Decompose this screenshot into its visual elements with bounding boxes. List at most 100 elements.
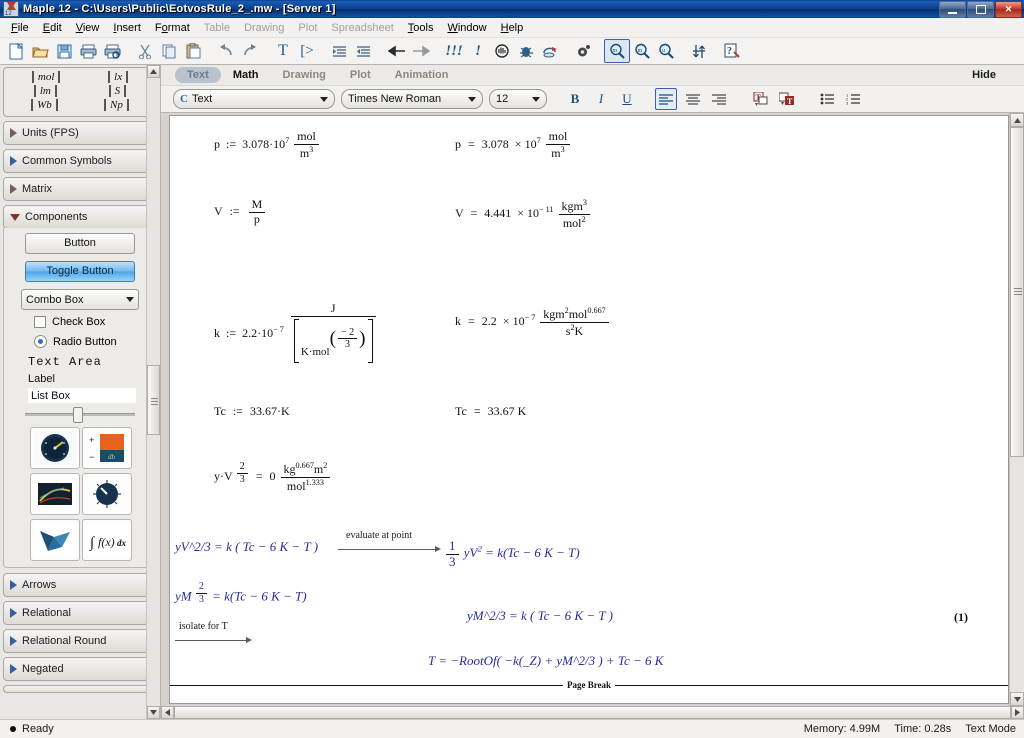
undo-icon[interactable] <box>214 40 238 62</box>
document-vertical-scrollbar[interactable] <box>1009 113 1024 706</box>
menu-insert[interactable]: Insert <box>106 20 148 36</box>
derivation-line-1-left[interactable]: yV^2/3 = k ( Tc − 6 K − T ) <box>175 539 318 555</box>
component-toggle-button[interactable]: Toggle Button <box>25 261 135 282</box>
numbered-list-icon[interactable]: 123 <box>843 89 863 109</box>
plot-2d-icon[interactable] <box>30 473 80 515</box>
forward-arrow-icon[interactable] <box>409 40 433 62</box>
palette-scroll-thumb[interactable] <box>147 365 160 435</box>
symbol-mol[interactable]: mol <box>31 71 61 83</box>
math-expression-icon[interactable]: ∫ f(x) dx <box>82 519 132 561</box>
bullet-list-icon[interactable] <box>817 89 837 109</box>
palette-section-arrows[interactable]: Arrows <box>3 573 157 597</box>
align-left-icon[interactable] <box>655 88 677 110</box>
close-button[interactable]: ✕ <box>995 1 1022 18</box>
plot-3d-icon[interactable] <box>30 519 80 561</box>
settings-gear-icon[interactable] <box>571 40 595 62</box>
tab-math[interactable]: Math <box>221 67 271 83</box>
zoom-out-icon[interactable]: u <box>654 40 678 62</box>
scroll-down-arrow-icon[interactable] <box>1010 692 1024 706</box>
menu-view[interactable]: View <box>69 20 107 36</box>
menu-file[interactable]: File <box>4 20 36 36</box>
equation-yV-expression[interactable]: y·V 2 3 = 0 kg0.667m2 mol1.333 <box>214 461 332 494</box>
document-hscroll-thumb[interactable] <box>174 706 1011 719</box>
menu-edit[interactable]: Edit <box>36 20 69 36</box>
palette-section-common-symbols[interactable]: Common Symbols <box>3 149 157 173</box>
minimize-button[interactable] <box>939 1 966 18</box>
scroll-down-arrow-icon[interactable] <box>147 706 160 719</box>
zoom-in-icon[interactable]: m <box>630 40 654 62</box>
style-dropdown[interactable]: C Text <box>173 89 335 109</box>
debug-icon[interactable] <box>514 40 538 62</box>
component-check-box[interactable]: Check Box <box>34 316 150 328</box>
component-button[interactable]: Button <box>25 233 135 254</box>
palette-scrollbar[interactable] <box>146 65 160 719</box>
symbol-wb[interactable]: Wb <box>31 99 58 111</box>
toggle-input-output-icon[interactable] <box>687 40 711 62</box>
indent-decrease-icon[interactable] <box>352 40 376 62</box>
execute-selection-icon[interactable]: ! <box>466 40 490 62</box>
symbol-lm[interactable]: lm <box>33 85 57 97</box>
highlight-color-icon[interactable]: T <box>777 89 797 109</box>
component-list-box[interactable]: List Box <box>28 388 136 403</box>
scroll-right-arrow-icon[interactable] <box>1011 706 1024 719</box>
document-scroll-thumb[interactable] <box>1010 127 1024 457</box>
component-label[interactable]: Label <box>28 373 150 385</box>
text-mode-icon[interactable]: T <box>271 40 295 62</box>
restart-server-icon[interactable] <box>538 40 562 62</box>
component-text-area[interactable]: Text Area <box>28 355 150 369</box>
component-radio-button[interactable]: Radio Button <box>34 335 150 348</box>
zoom-100-icon[interactable]: m <box>604 39 630 63</box>
scroll-up-arrow-icon[interactable] <box>147 65 160 78</box>
cut-scissors-icon[interactable] <box>133 40 157 62</box>
redo-icon[interactable] <box>238 40 262 62</box>
symbol-s[interactable]: S <box>108 85 127 97</box>
scroll-left-arrow-icon[interactable] <box>161 706 174 719</box>
new-document-icon[interactable] <box>4 40 28 62</box>
hide-panel-button[interactable]: Hide <box>972 69 996 81</box>
align-right-icon[interactable] <box>709 89 729 109</box>
radio-icon[interactable] <box>34 335 47 348</box>
interrupt-hand-icon[interactable] <box>490 40 514 62</box>
bold-button[interactable]: B <box>565 89 585 109</box>
derivation-line-2-left[interactable]: yM 2 3 = k(Tc − 6 K − T) <box>175 581 307 605</box>
open-folder-icon[interactable] <box>28 40 52 62</box>
tab-text[interactable]: Text <box>175 67 221 83</box>
equation-Tc-input[interactable]: Tc := 33.67·K <box>214 404 290 419</box>
menu-format[interactable]: Format <box>148 20 197 36</box>
slider-knob[interactable] <box>73 407 83 423</box>
volume-meter-icon[interactable]: + − db <box>82 427 132 469</box>
worksheet-page[interactable]: p := 3.078·m107 mol m3 p = 3.078 × 1 0 7 <box>169 115 1009 704</box>
palette-section-relational[interactable]: Relational <box>3 601 157 625</box>
menu-window[interactable]: Window <box>440 20 493 36</box>
paste-icon[interactable] <box>181 40 205 62</box>
component-combo-box[interactable]: Combo Box <box>21 289 139 310</box>
underline-button[interactable]: U <box>617 89 637 109</box>
menu-help[interactable]: Help <box>494 20 531 36</box>
palette-section-units-fps[interactable]: Units (FPS) <box>3 121 157 145</box>
equation-rho-input[interactable]: p := 3.078·m107 mol m3 <box>214 129 321 161</box>
palette-section-components[interactable]: Components <box>3 205 157 229</box>
text-color-icon[interactable]: T <box>751 89 771 109</box>
save-icon[interactable] <box>52 40 76 62</box>
menu-tools[interactable]: Tools <box>401 20 441 36</box>
font-size-dropdown[interactable]: 12 <box>489 89 547 109</box>
equation-V-input[interactable]: V := M p <box>214 197 267 227</box>
gauge-dial-icon[interactable] <box>30 427 80 469</box>
italic-button[interactable]: I <box>591 89 611 109</box>
back-arrow-icon[interactable] <box>385 40 409 62</box>
scroll-up-arrow-icon[interactable] <box>1010 113 1024 127</box>
palette-section-matrix[interactable]: Matrix <box>3 177 157 201</box>
align-center-icon[interactable] <box>683 89 703 109</box>
font-dropdown[interactable]: Times New Roman <box>341 89 483 109</box>
palette-section-relational-round[interactable]: Relational Round <box>3 629 157 653</box>
equation-k-input[interactable]: k := 2.2·10− 7 J K·mol (− 2 3) <box>214 301 378 367</box>
symbol-lx[interactable]: lx <box>108 71 129 83</box>
math-mode-icon[interactable]: [> <box>295 40 319 62</box>
copy-icon[interactable] <box>157 40 181 62</box>
document-horizontal-scrollbar[interactable] <box>161 706 1024 719</box>
execute-all-icon[interactable]: !!! <box>442 40 466 62</box>
checkbox-icon[interactable] <box>34 316 46 328</box>
palette-section-negated[interactable]: Negated <box>3 657 157 681</box>
symbol-np[interactable]: Np <box>104 99 129 111</box>
component-slider[interactable] <box>25 407 135 423</box>
